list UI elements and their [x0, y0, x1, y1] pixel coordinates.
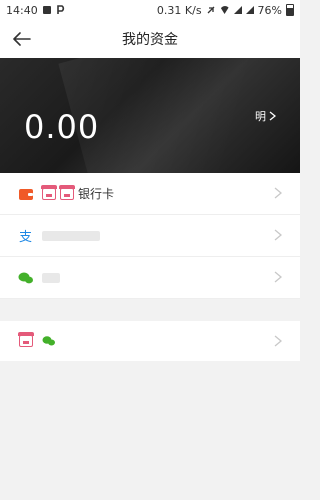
battery-icon	[286, 4, 294, 16]
status-speed: 0.31 K/s	[156, 3, 202, 17]
wechat-label-row	[42, 272, 64, 283]
battery-percent: 76%	[257, 3, 282, 17]
chevron-right-icon	[269, 111, 276, 121]
status-left: 14:40	[6, 4, 66, 17]
list-item-bank-card[interactable]: 银行卡	[0, 173, 300, 215]
alipay-label-row	[42, 230, 104, 241]
list-item-wechat[interactable]	[0, 257, 300, 299]
store-label-row	[42, 335, 60, 347]
store-icon-3	[18, 332, 34, 347]
section-divider	[0, 299, 300, 321]
store-icon-2	[59, 184, 75, 200]
signal-icon-2	[245, 6, 254, 14]
status-bar: 14:40 0.31 K/s 76%	[0, 0, 300, 20]
extra-list	[0, 321, 300, 361]
app-header: 我的资金	[0, 20, 300, 58]
store-icon	[41, 184, 57, 200]
signal-icon	[233, 6, 242, 14]
chevron-right-icon	[274, 335, 282, 347]
balance-card: 0.00 明	[0, 58, 300, 173]
wifi-icon	[219, 6, 230, 14]
chevron-right-icon	[274, 187, 282, 199]
page-title: 我的资金	[122, 32, 178, 48]
funds-list: 银行卡 支	[0, 173, 300, 299]
list-item-alipay[interactable]: 支	[0, 215, 300, 257]
balance-amount: 0.00	[24, 108, 100, 146]
mute-icon	[206, 5, 216, 15]
wechat-label-redacted	[42, 272, 60, 283]
svg-text:支: 支	[19, 230, 32, 244]
bank-card-label: 银行卡	[78, 187, 115, 201]
notification-icon	[42, 5, 52, 15]
alipay-icon: 支	[18, 228, 34, 244]
wechat-small-icon	[42, 336, 55, 346]
chevron-right-icon	[274, 271, 282, 283]
bank-card-label-row: 银行卡	[41, 184, 115, 202]
store-list-icon	[18, 332, 34, 349]
list-item-store[interactable]	[0, 321, 300, 361]
chevron-right-icon	[274, 229, 282, 241]
wechat-icon	[18, 270, 34, 286]
status-time: 14:40	[6, 3, 38, 17]
back-arrow-icon	[13, 32, 31, 46]
alipay-label-redacted	[42, 230, 100, 241]
balance-detail-link[interactable]: 明	[255, 108, 276, 124]
detail-label: 明	[255, 110, 266, 123]
wallet-icon	[18, 186, 34, 202]
status-right: 0.31 K/s 76%	[157, 4, 294, 17]
back-button[interactable]	[10, 27, 34, 51]
app-p-icon	[56, 5, 66, 15]
